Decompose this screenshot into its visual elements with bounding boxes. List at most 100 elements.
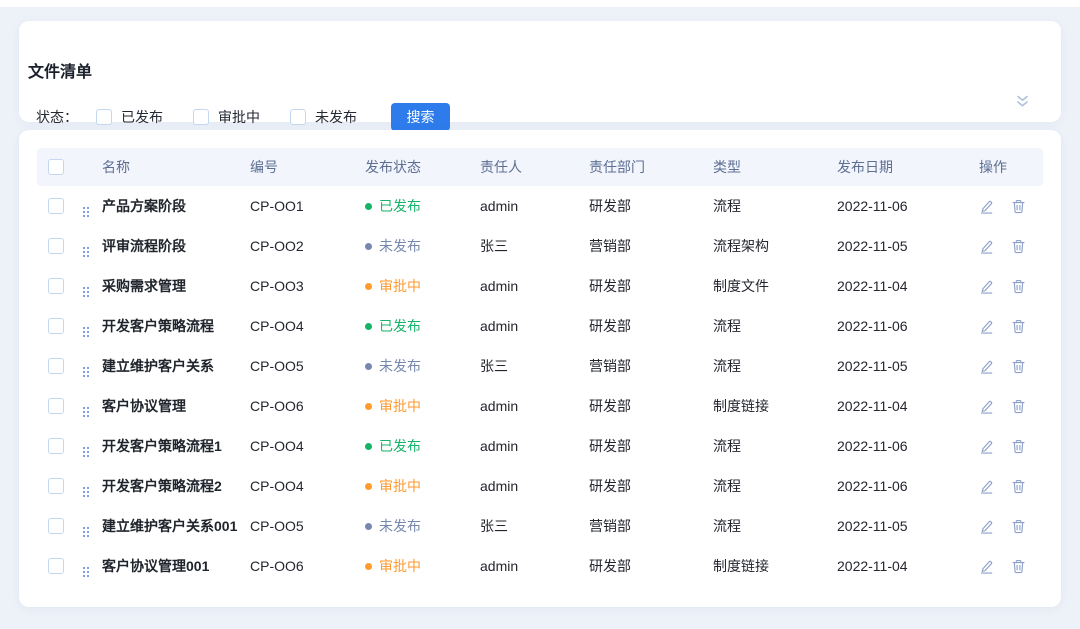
delete-icon[interactable] [1011,239,1026,254]
file-code: CP-OO1 [250,198,365,214]
delete-icon[interactable] [1011,279,1026,294]
row-checkbox-cell [37,438,83,454]
publish-date: 2022-11-05 [837,518,979,534]
file-code: CP-OO6 [250,558,365,574]
edit-icon[interactable] [979,559,994,574]
edit-icon[interactable] [979,319,994,334]
edit-icon[interactable] [979,199,994,214]
row-operations [979,239,1043,254]
table-body: 产品方案阶段 CP-OO1 已发布 admin 研发部 流程 2022-11-0… [37,186,1043,586]
row-checkbox[interactable] [48,318,64,334]
row-operations [979,559,1043,574]
drag-handle-icon[interactable] [83,207,89,217]
row-checkbox[interactable] [48,518,64,534]
delete-icon[interactable] [1011,399,1026,414]
row-checkbox[interactable] [48,198,64,214]
edit-icon[interactable] [979,479,994,494]
filter-checkbox-published[interactable]: 已发布 [96,107,163,127]
row-operations [979,439,1043,454]
file-code: CP-OO4 [250,318,365,334]
checkbox-icon[interactable] [193,109,209,125]
drag-handle-icon[interactable] [83,567,89,577]
row-checkbox-cell [37,278,83,294]
status-label: 未发布 [379,356,421,376]
file-type: 制度链接 [713,396,837,416]
row-checkbox[interactable] [48,438,64,454]
table-row: 建立维护客户关系 CP-OO5 未发布 张三 营销部 流程 2022-11-05 [37,346,1043,386]
file-name: 开发客户策略流程2 [102,476,250,496]
drag-handle-icon[interactable] [83,247,89,257]
publish-date: 2022-11-06 [837,318,979,334]
delete-icon[interactable] [1011,519,1026,534]
row-checkbox[interactable] [48,478,64,494]
row-drag-cell [83,436,102,457]
edit-icon[interactable] [979,279,994,294]
publish-status-badge: 未发布 [365,356,480,376]
publish-date: 2022-11-06 [837,478,979,494]
file-name: 开发客户策略流程1 [102,436,250,456]
row-checkbox[interactable] [48,358,64,374]
filter-checkbox-approving[interactable]: 审批中 [193,107,260,127]
department: 营销部 [589,356,713,376]
checkbox-icon[interactable] [96,109,112,125]
delete-icon[interactable] [1011,439,1026,454]
drag-handle-icon[interactable] [83,447,89,457]
row-operations [979,279,1043,294]
table-row: 开发客户策略流程2 CP-OO4 审批中 admin 研发部 流程 2022-1… [37,466,1043,506]
publish-status-badge: 审批中 [365,556,480,576]
delete-icon[interactable] [1011,359,1026,374]
file-name: 建立维护客户关系 [102,356,250,376]
row-checkbox[interactable] [48,278,64,294]
delete-icon[interactable] [1011,319,1026,334]
edit-icon[interactable] [979,519,994,534]
drag-handle-icon[interactable] [83,367,89,377]
owner: admin [480,198,589,214]
file-code: CP-OO4 [250,438,365,454]
owner: admin [480,558,589,574]
edit-icon[interactable] [979,439,994,454]
filter-checkbox-unpublished[interactable]: 未发布 [290,107,357,127]
column-header-status: 发布状态 [365,157,480,177]
owner: admin [480,318,589,334]
status-dot-icon [365,483,372,490]
drag-handle-icon[interactable] [83,487,89,497]
checkbox-icon[interactable] [290,109,306,125]
row-checkbox[interactable] [48,398,64,414]
table-row: 评审流程阶段 CP-OO2 未发布 张三 营销部 流程架构 2022-11-05 [37,226,1043,266]
status-filter-row: 状态： 已发布 审批中 未发布 搜索 [36,103,450,131]
select-all-checkbox[interactable] [48,159,64,175]
drag-handle-icon[interactable] [83,287,89,297]
table-row: 开发客户策略流程1 CP-OO4 已发布 admin 研发部 流程 2022-1… [37,426,1043,466]
row-drag-cell [83,316,102,337]
table-row: 客户协议管理 CP-OO6 审批中 admin 研发部 制度链接 2022-11… [37,386,1043,426]
collapse-panel-button[interactable] [1013,92,1031,110]
publish-status-badge: 已发布 [365,436,480,456]
row-checkbox-cell [37,318,83,334]
edit-icon[interactable] [979,359,994,374]
row-checkbox-cell [37,478,83,494]
table-header-row: 名称 编号 发布状态 责任人 责任部门 类型 发布日期 操作 [37,148,1043,186]
department: 研发部 [589,476,713,496]
file-list-table-card: 名称 编号 发布状态 责任人 责任部门 类型 发布日期 操作 产品方案阶段 CP… [19,130,1061,607]
publish-date: 2022-11-04 [837,558,979,574]
column-header-department: 责任部门 [589,157,713,177]
file-type: 流程 [713,356,837,376]
delete-icon[interactable] [1011,199,1026,214]
row-checkbox-cell [37,198,83,214]
edit-icon[interactable] [979,399,994,414]
delete-icon[interactable] [1011,559,1026,574]
status-label: 已发布 [379,196,421,216]
search-button[interactable]: 搜索 [391,103,450,131]
row-drag-cell [83,196,102,217]
delete-icon[interactable] [1011,479,1026,494]
row-drag-cell [83,276,102,297]
drag-handle-icon[interactable] [83,327,89,337]
row-checkbox[interactable] [48,558,64,574]
drag-handle-icon[interactable] [83,407,89,417]
row-checkbox[interactable] [48,238,64,254]
edit-icon[interactable] [979,239,994,254]
drag-handle-icon[interactable] [83,527,89,537]
row-operations [979,359,1043,374]
publish-status-badge: 已发布 [365,316,480,336]
status-label: 已发布 [379,316,421,336]
